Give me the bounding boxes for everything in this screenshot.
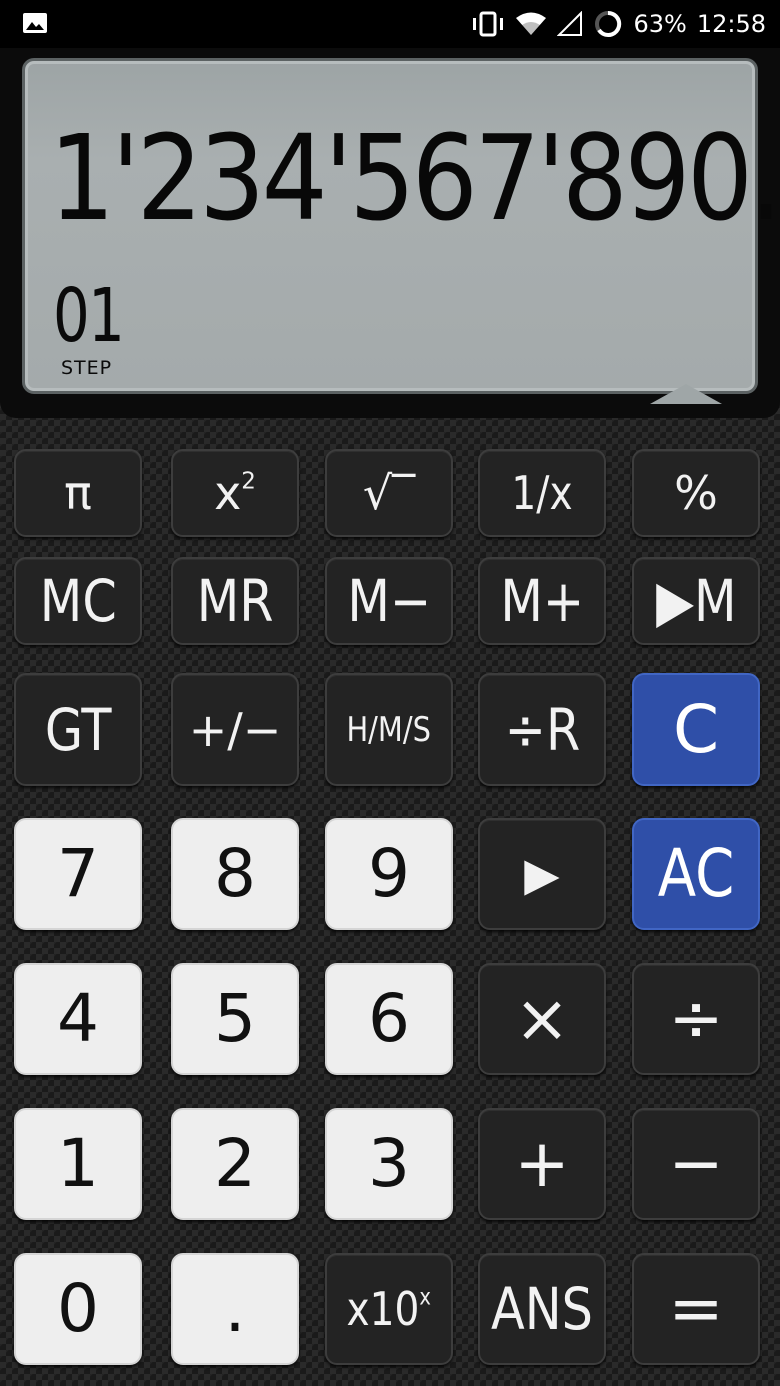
- ans-label: ANS: [491, 1275, 593, 1343]
- clear-label: C: [672, 690, 720, 768]
- play-icon: ▶: [524, 847, 560, 901]
- mr-label: MR: [196, 567, 274, 635]
- times-ten-power-button[interactable]: x10x: [325, 1253, 453, 1365]
- history-drawer-handle[interactable]: [650, 384, 722, 404]
- step-number: 01: [53, 273, 125, 359]
- display-bezel: 1'234'567'890. 01 STEP: [0, 48, 780, 418]
- digit-8-button[interactable]: 8: [171, 818, 299, 930]
- mc-label: MC: [39, 567, 117, 635]
- all-clear-label: AC: [657, 835, 735, 912]
- plus-minus-button[interactable]: +/−: [171, 673, 299, 786]
- reciprocal-label: 1/x: [511, 466, 573, 520]
- exp10-exponent: x: [419, 1284, 432, 1311]
- hms-label: H/M/S: [346, 709, 432, 750]
- cell-signal-icon: [557, 11, 583, 36]
- square-base: x: [214, 466, 242, 520]
- digit-3-label: 3: [368, 1125, 410, 1202]
- decimal-point-button[interactable]: .: [171, 1253, 299, 1365]
- grand-total-button[interactable]: GT: [14, 673, 142, 786]
- digit-1-button[interactable]: 1: [14, 1108, 142, 1220]
- digit-5-button[interactable]: 5: [171, 963, 299, 1075]
- digit-2-button[interactable]: 2: [171, 1108, 299, 1220]
- clear-button[interactable]: C: [632, 673, 760, 786]
- digit-7-button[interactable]: 7: [14, 818, 142, 930]
- equals-button[interactable]: =: [632, 1253, 760, 1365]
- digit-4-label: 4: [57, 980, 99, 1057]
- digit-2-label: 2: [214, 1125, 256, 1202]
- digit-5-label: 5: [214, 980, 256, 1057]
- memory-plus-button[interactable]: M+: [478, 557, 606, 645]
- div-remainder-label: ÷R: [504, 695, 580, 764]
- equals-label: =: [668, 1270, 724, 1347]
- memory-minus-button[interactable]: M−: [325, 557, 453, 645]
- store-m-label: ▶M: [655, 567, 737, 635]
- store-memory-button[interactable]: ▶M: [632, 557, 760, 645]
- clock: 12:58: [696, 10, 766, 38]
- percent-button[interactable]: %: [632, 449, 760, 537]
- battery-icon: [595, 10, 622, 37]
- minus-label: −: [668, 1125, 724, 1202]
- pi-label: π: [64, 466, 92, 520]
- digit-3-button[interactable]: 3: [325, 1108, 453, 1220]
- m-minus-label: M−: [347, 567, 431, 635]
- decimal-label: .: [224, 1270, 246, 1347]
- minus-button[interactable]: −: [632, 1108, 760, 1220]
- all-clear-button[interactable]: AC: [632, 818, 760, 930]
- m-plus-label: M+: [500, 567, 584, 635]
- digit-4-button[interactable]: 4: [14, 963, 142, 1075]
- divide-button[interactable]: ÷: [632, 963, 760, 1075]
- plus-label: +: [514, 1125, 570, 1202]
- digit-8-label: 8: [214, 835, 256, 912]
- digit-0-button[interactable]: 0: [14, 1253, 142, 1365]
- memory-recall-button[interactable]: MR: [171, 557, 299, 645]
- plus-minus-label: +/−: [188, 702, 282, 757]
- digit-9-label: 9: [368, 835, 410, 912]
- status-bar: 63% 12:58: [0, 0, 780, 48]
- divide-remainder-button[interactable]: ÷R: [478, 673, 606, 786]
- step-forward-button[interactable]: ▶: [478, 818, 606, 930]
- plus-button[interactable]: +: [478, 1108, 606, 1220]
- divide-label: ÷: [668, 980, 724, 1057]
- exp10-base: x10: [346, 1282, 420, 1336]
- pi-button[interactable]: π: [14, 449, 142, 537]
- calculator-screen: 63% 12:58 1'234'567'890. 01 STEP π x2 √‾…: [0, 0, 780, 1386]
- step-label: STEP: [61, 357, 113, 379]
- status-icons: 63% 12:58: [471, 0, 766, 48]
- sqrt-label: √‾: [362, 466, 416, 520]
- gallery-icon: [23, 13, 47, 33]
- gt-label: GT: [44, 695, 112, 764]
- square-button[interactable]: x2: [171, 449, 299, 537]
- exp10-label: x10x: [347, 1286, 431, 1332]
- memory-clear-button[interactable]: MC: [14, 557, 142, 645]
- vibrate-icon: [473, 11, 504, 37]
- square-label: x2: [214, 470, 256, 516]
- digit-0-label: 0: [57, 1270, 99, 1347]
- sqrt-button[interactable]: √‾: [325, 449, 453, 537]
- digit-6-label: 6: [368, 980, 410, 1057]
- percent-label: %: [674, 466, 718, 520]
- hms-button[interactable]: H/M/S: [325, 673, 453, 786]
- digit-9-button[interactable]: 9: [325, 818, 453, 930]
- reciprocal-button[interactable]: 1/x: [478, 449, 606, 537]
- digit-6-button[interactable]: 6: [325, 963, 453, 1075]
- digit-1-label: 1: [57, 1125, 99, 1202]
- multiply-label: ×: [514, 980, 570, 1057]
- square-exponent: 2: [241, 468, 256, 495]
- lcd-display: 1'234'567'890. 01 STEP: [22, 58, 780, 394]
- main-readout: 1'234'567'890.: [49, 109, 780, 247]
- answer-button[interactable]: ANS: [478, 1253, 606, 1365]
- battery-percent: 63%: [633, 10, 687, 38]
- multiply-button[interactable]: ×: [478, 963, 606, 1075]
- digit-7-label: 7: [57, 835, 99, 912]
- wifi-icon: [516, 12, 547, 35]
